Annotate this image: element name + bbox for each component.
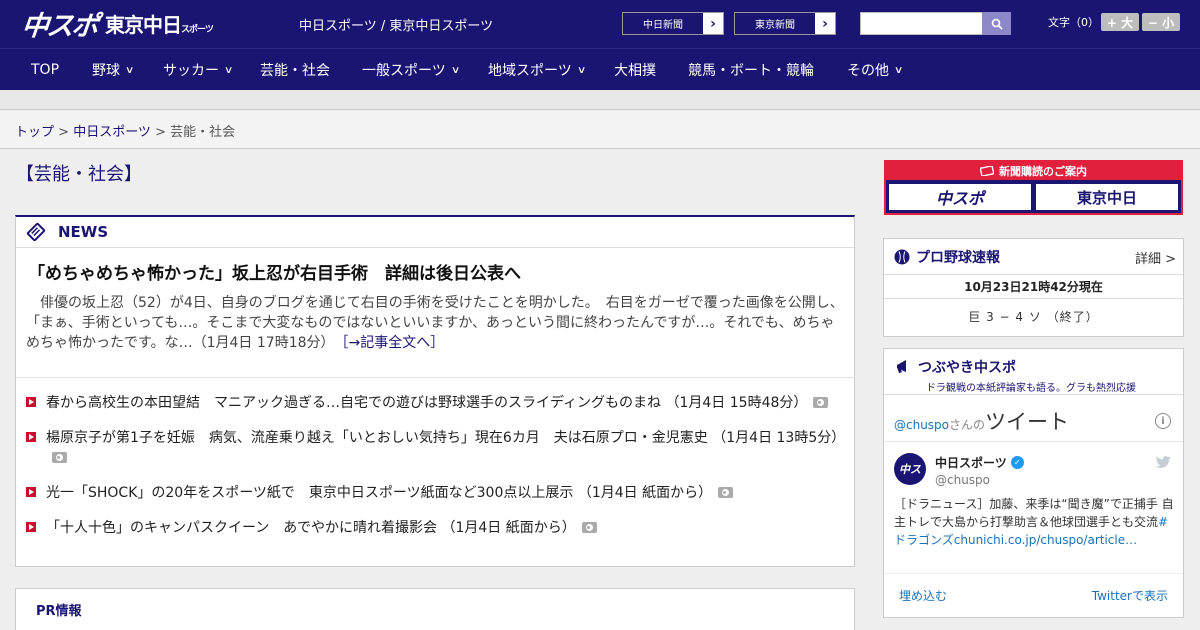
newspaper-icon	[26, 222, 46, 242]
chevron-down-icon: ∨	[576, 64, 587, 76]
nav-entertainment[interactable]: 芸能・社会	[260, 49, 330, 91]
breadcrumb: トップ > 中日スポーツ > 芸能・社会	[15, 125, 236, 140]
info-icon[interactable]: i	[1155, 413, 1171, 429]
account-link[interactable]: @chuspo	[894, 418, 949, 432]
tweet-author-handle[interactable]: @chuspo	[935, 473, 990, 487]
tweet-text: ［ドラニュース］加藤、来季は“聞き魔”で正捕手 自主トレで大島から打撃助言＆他球…	[894, 497, 1174, 547]
nav-general-sports[interactable]: 一般スポーツ ∨	[362, 49, 461, 91]
baseball-score-widget: プロ野球速報 詳細 > 10月23日21時42分現在 巨 3 − 4 ソ （終了…	[883, 238, 1184, 337]
page-title: 【芸能・社会】	[16, 164, 142, 185]
baseball-detail-link[interactable]: 詳細 >	[1135, 248, 1176, 267]
camera-icon	[581, 521, 597, 533]
nav-sumo[interactable]: 大相撲	[614, 49, 656, 91]
divider	[884, 573, 1183, 574]
baseball-score[interactable]: 巨 3 − 4 ソ （終了）	[884, 299, 1183, 336]
baseball-header: プロ野球速報 詳細 >	[884, 239, 1183, 275]
divider	[16, 377, 854, 378]
tokyo-shimbun-link[interactable]: 東京新聞 ›	[734, 12, 836, 35]
chevron-right-icon: ›	[710, 15, 716, 32]
chevron-down-icon: ∨	[450, 64, 461, 76]
tokyo-shimbun-label: 東京新聞	[735, 13, 815, 34]
play-bullet-icon	[26, 522, 36, 532]
pr-box: PR情報	[15, 588, 855, 630]
subscription-banner[interactable]: 新聞購読のご案内 中スポ 東京中日	[884, 160, 1183, 215]
logo-chuspo: 中スポ	[20, 10, 99, 42]
logo-tokyo-chunichi: 東京中日スポーツ	[105, 12, 214, 37]
play-bullet-icon	[26, 487, 36, 497]
breadcrumb-section[interactable]: 中日スポーツ	[73, 125, 151, 140]
twitter-widget-subtitle: ドラ観戦の本紙評論家も語る。グラも熱烈応援	[926, 383, 1136, 394]
newspaper-icon	[980, 166, 994, 176]
breadcrumb-home[interactable]: トップ	[15, 125, 54, 140]
read-more-link[interactable]: ［→記事全文へ］	[342, 335, 445, 351]
nav-racing[interactable]: 競馬・ボート・競輪	[688, 49, 814, 91]
chevron-down-icon: ∨	[124, 64, 135, 76]
twitter-widget-title: つぶやき中スポ	[918, 360, 1016, 376]
subscribe-tokyo-chunichi-button[interactable]: 東京中日	[1035, 183, 1179, 211]
news-list: 春から高校生の本田望結 マニアック過ぎる…自宅での遊びは野球選手のスライディング…	[26, 393, 846, 553]
chunichi-shimbun-link[interactable]: 中日新聞 ›	[622, 12, 724, 35]
nav-other[interactable]: その他 ∨	[847, 49, 904, 91]
twitter-widget: つぶやき中スポ ドラ観戦の本紙評論家も語る。グラも熱烈応援 @chuspoさんの…	[883, 348, 1184, 618]
chunichi-shimbun-label: 中日新聞	[623, 13, 703, 34]
news-heading: NEWS	[58, 223, 109, 241]
nav-soccer[interactable]: サッカー ∨	[163, 49, 234, 91]
nav-local-sports[interactable]: 地域スポーツ ∨	[488, 49, 587, 91]
subscribe-chuspo-button[interactable]: 中スポ	[888, 183, 1032, 211]
search-input[interactable]	[860, 12, 982, 35]
baseball-timestamp: 10月23日21時42分現在	[884, 275, 1183, 299]
site-tagline: 中日スポーツ / 東京中日スポーツ	[299, 19, 494, 34]
font-smaller-button[interactable]: − 小	[1142, 13, 1180, 31]
search-button[interactable]	[982, 12, 1011, 35]
pr-heading: PR情報	[36, 604, 82, 619]
baseball-title: プロ野球速報	[916, 249, 1000, 266]
divider	[884, 441, 1183, 442]
list-item[interactable]: 光一「SHOCK」の20年をスポーツ紙で 東京中日スポーツ紙面など300点以上展…	[26, 483, 846, 503]
chevron-right-icon: ›	[822, 15, 828, 32]
breadcrumb-current: 芸能・社会	[170, 125, 236, 140]
lead-article-meta: （1月4日 17時18分）	[192, 335, 328, 351]
breadcrumb-bar: トップ > 中日スポーツ > 芸能・社会	[0, 111, 1200, 149]
baseball-icon	[894, 249, 910, 264]
play-bullet-icon	[26, 397, 36, 407]
nav-baseball[interactable]: 野球 ∨	[92, 49, 135, 91]
megaphone-icon	[897, 360, 906, 374]
ad-strip	[0, 90, 1200, 110]
twitter-bird-icon[interactable]	[1155, 455, 1171, 473]
top-header: 中スポ 東京中日スポーツ 中日スポーツ / 東京中日スポーツ 中日新聞 › 東京…	[0, 0, 1200, 48]
chevron-down-icon: ∨	[223, 64, 234, 76]
main-nav: TOP 野球 ∨ サッカー ∨ 芸能・社会 一般スポーツ ∨ 地域スポーツ ∨ 大相撲 …	[0, 48, 1200, 90]
view-on-twitter-link[interactable]: Twitterで表示	[1092, 587, 1168, 604]
chevron-down-icon: ∨	[893, 64, 904, 76]
embed-link[interactable]: 埋め込む	[899, 587, 947, 604]
camera-icon	[718, 486, 734, 498]
site-logo[interactable]: 中スポ 東京中日スポーツ	[20, 6, 214, 42]
twitter-widget-header: つぶやき中スポ ドラ観戦の本紙評論家も語る。グラも熱烈応援	[884, 349, 1183, 395]
news-header: NEWS	[16, 217, 854, 248]
avatar[interactable]: 中ス	[894, 453, 926, 485]
list-item[interactable]: 楊原京子が第1子を妊娠 病気、流産乗り越え「いとおしい気持ち」現在6カ月 夫は石…	[26, 428, 846, 468]
font-size-label: 文字（0）	[1048, 16, 1099, 29]
news-box: NEWS 「めちゃめちゃ怖かった」坂上忍が右目手術 詳細は後日公表へ 俳優の坂上…	[15, 215, 855, 567]
play-bullet-icon	[26, 432, 36, 442]
lead-article-body: 俳優の坂上忍（52）が4日、自身のブログを通じて右目の手術を受けたことを明かした…	[26, 293, 844, 353]
verified-badge-icon: ✓	[1010, 456, 1024, 469]
lead-article-title[interactable]: 「めちゃめちゃ怖かった」坂上忍が右目手術 詳細は後日公表へ	[28, 259, 521, 284]
camera-icon	[52, 451, 67, 463]
font-bigger-button[interactable]: + 大	[1101, 13, 1139, 31]
camera-icon	[813, 396, 829, 408]
tweet-author-name[interactable]: 中日スポーツ ✓	[935, 454, 1024, 471]
list-item[interactable]: 春から高校生の本田望結 マニアック過ぎる…自宅での遊びは野球選手のスライディング…	[26, 393, 846, 413]
list-item[interactable]: 「十人十色」のキャンパスクイーン あでやかに晴れ着撮影会 （1月4日 紙面から）	[26, 518, 846, 538]
tweets-title: @chuspoさんのツイート	[894, 410, 1070, 434]
search-icon	[991, 18, 1003, 30]
subscription-title-bar: 新聞購読のご案内	[886, 162, 1181, 180]
nav-top[interactable]: TOP	[31, 49, 59, 91]
